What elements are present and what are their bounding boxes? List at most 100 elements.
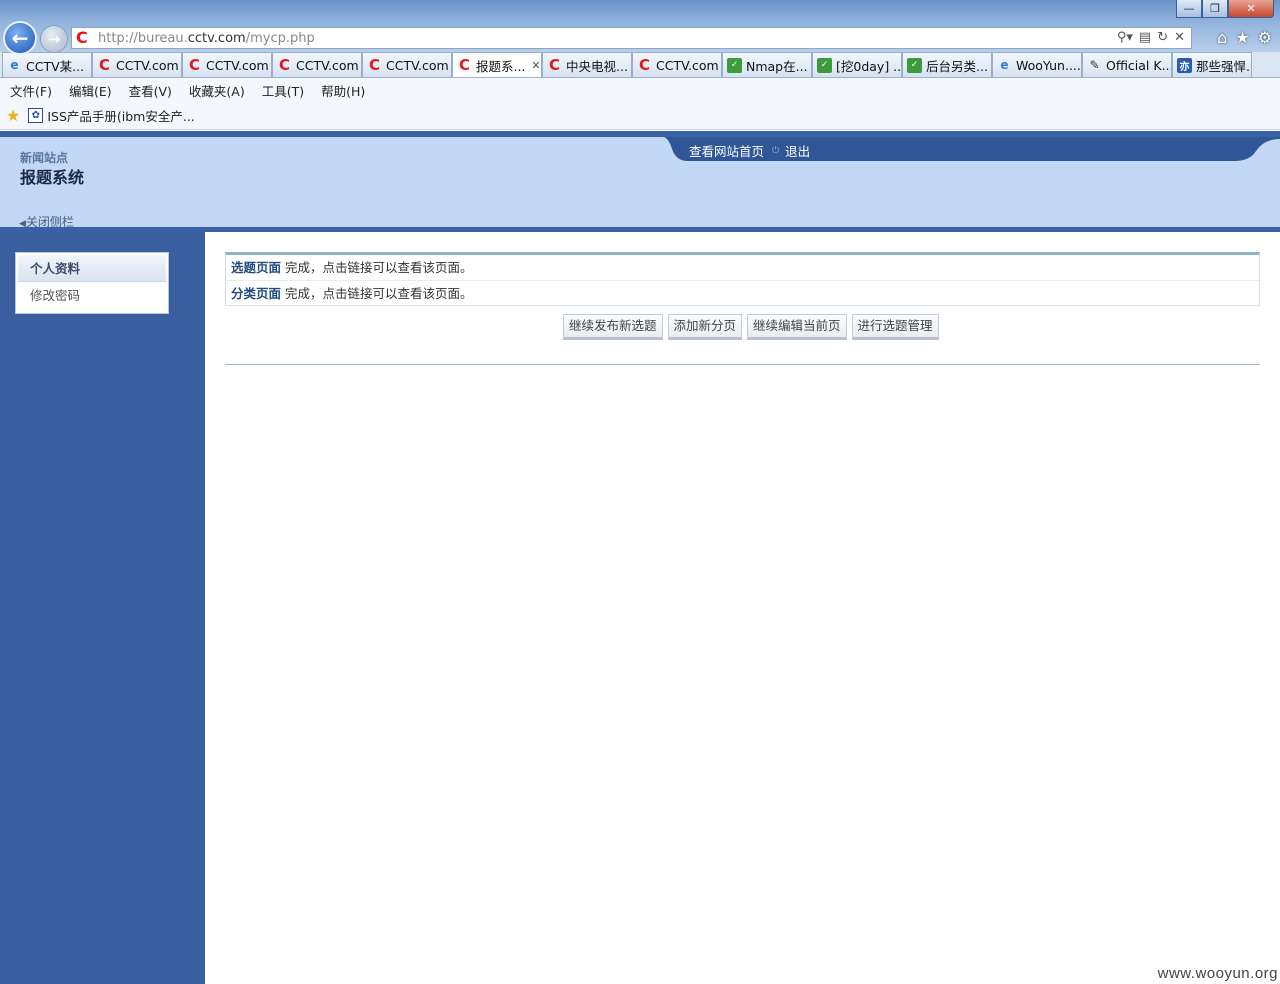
yi-icon: 亦 — [1177, 57, 1192, 73]
baidu-paw-icon: ✿ — [28, 108, 44, 123]
sidebar: 个人资料 修改密码 — [0, 232, 205, 984]
main-content: 选题页面 完成，点击链接可以查看该页面。 分类页面 完成，点击链接可以查看该页面… — [205, 232, 1280, 984]
sidebar-menu: 个人资料 修改密码 — [15, 252, 169, 314]
favorites-add-icon[interactable]: ★ — [6, 106, 20, 125]
tab-5[interactable]: C 报题系... ✕ — [452, 52, 542, 77]
menu-item-5[interactable]: 帮助(H) — [321, 81, 365, 100]
tab-1[interactable]: C CCTV.com — [92, 52, 182, 77]
close-window-icon[interactable]: ✕ — [1228, 0, 1274, 18]
tab-label: 中央电视... — [566, 58, 628, 74]
menu-item-1[interactable]: 编辑(E) — [69, 81, 112, 100]
tab-label: 报题系... — [476, 58, 526, 74]
back-arrow-icon[interactable]: ← — [3, 21, 37, 55]
edit-current-page-button[interactable]: 继续编辑当前页 — [747, 314, 847, 340]
tab-2[interactable]: C CCTV.com — [182, 52, 272, 77]
header-nav: 查看网站首页 ⏻ 退出 — [664, 137, 1280, 161]
favorites-bar: ★ ✿ ISS产品手册(ibm安全产... — [0, 102, 1280, 130]
logout-link[interactable]: 退出 — [785, 141, 810, 160]
browser-toolbar-icons: ⌂ ★ ⚙ — [1217, 28, 1272, 47]
cctv-icon: C — [98, 56, 110, 74]
tab-7[interactable]: C CCTV.com — [632, 52, 722, 77]
maximize-icon[interactable]: ❐ — [1202, 0, 1228, 18]
browser-titlebar: — ❐ ✕ ← → C http://bureau.cctv.com/mycp.… — [0, 0, 1280, 55]
tab-4[interactable]: C CCTV.com — [362, 52, 452, 77]
tab-label: Nmap在... — [746, 58, 808, 74]
url-text[interactable]: http://bureau.cctv.com/mycp.php — [98, 31, 315, 46]
knife-icon: ✎ — [1089, 58, 1100, 72]
menu-item-2[interactable]: 查看(V) — [129, 81, 172, 100]
cctv-icon: C — [278, 56, 290, 74]
message-row: 选题页面 完成，点击链接可以查看该页面。 — [226, 255, 1259, 280]
menu-item-4[interactable]: 工具(T) — [262, 81, 304, 100]
shield-icon: ✓ — [907, 57, 922, 73]
compat-view-icon[interactable]: ▤ — [1139, 30, 1151, 45]
menu-bar: 文件(F) 编辑(E) 查看(V) 收藏夹(A) 工具(T) 帮助(H) — [0, 78, 1280, 102]
tab-label: CCTV.com — [386, 57, 449, 73]
ie-icon: e — [1000, 58, 1009, 72]
tab-11[interactable]: e WooYun.... — [992, 52, 1082, 77]
tab-0[interactable]: e CCTV某... — [2, 52, 92, 77]
favorites-star-icon[interactable]: ★ — [1235, 28, 1249, 47]
tab-label: 后台另类... — [926, 58, 988, 74]
power-icon: ⏻ — [772, 145, 780, 156]
message-box: 选题页面 完成，点击链接可以查看该页面。 分类页面 完成，点击链接可以查看该页面… — [225, 252, 1260, 306]
cctv-icon: C — [458, 56, 470, 74]
window-controls: — ❐ ✕ — [1176, 0, 1274, 18]
message-text: 完成，点击链接可以查看该页面。 — [281, 286, 473, 301]
header-links: 查看网站首页 ⏻ 退出 — [689, 141, 810, 160]
tab-label: CCTV.com — [656, 57, 719, 73]
sidebar-item-change-password[interactable]: 修改密码 — [18, 282, 166, 309]
address-tools: ⚲▾ ▤ ↻ ✕ — [1117, 30, 1185, 45]
menu-item-0[interactable]: 文件(F) — [10, 81, 52, 100]
message-row: 分类页面 完成，点击链接可以查看该页面。 — [226, 280, 1259, 305]
ie-icon: e — [10, 58, 19, 72]
manage-topics-button[interactable]: 进行选题管理 — [851, 314, 939, 340]
tab-label: Official K... — [1106, 57, 1172, 73]
favorite-link[interactable]: ISS产品手册(ibm安全产... — [47, 106, 194, 125]
action-buttons: 继续发布新选题 添加新分页 继续编辑当前页 进行选题管理 — [563, 314, 939, 340]
stop-icon[interactable]: ✕ — [1174, 30, 1185, 45]
tab-label: CCTV.com — [116, 57, 179, 73]
shield-icon: ✓ — [727, 57, 742, 73]
tab-13[interactable]: 亦那些强悍... — [1172, 52, 1252, 77]
tab-6[interactable]: C 中央电视... — [542, 52, 632, 77]
tab-strip: e CCTV某... C CCTV.com C CCTV.com C CCTV.com C CCT… — [0, 52, 1280, 78]
publish-new-topic-button[interactable]: 继续发布新选题 — [563, 314, 663, 340]
tab-12[interactable]: ✎ Official K... — [1082, 52, 1172, 77]
sidebar-item-profile[interactable]: 个人资料 — [18, 255, 166, 282]
tab-3[interactable]: C CCTV.com — [272, 52, 362, 77]
site-favicon-icon: C — [76, 28, 88, 47]
watermark: www.wooyun.org — [1157, 965, 1278, 982]
gear-icon[interactable]: ⚙ — [1258, 28, 1272, 47]
shield-icon: ✓ — [817, 57, 832, 73]
tab-label: CCTV.com — [296, 57, 359, 73]
forward-arrow-icon[interactable]: → — [40, 25, 68, 53]
tab-label: CCTV.com — [206, 57, 269, 73]
page-header: 新闻站点 报题系统 ◀关闭侧栏 查看网站首页 ⏻ 退出 — [0, 131, 1280, 229]
category-page-link[interactable]: 分类页面 — [231, 286, 281, 301]
refresh-icon[interactable]: ↻ — [1157, 30, 1168, 45]
page-title: 报题系统 — [20, 168, 85, 187]
menu-item-3[interactable]: 收藏夹(A) — [189, 81, 245, 100]
home-icon[interactable]: ⌂ — [1217, 28, 1227, 47]
minimize-icon[interactable]: — — [1176, 0, 1202, 18]
content-divider — [225, 364, 1260, 365]
tab-9[interactable]: ✓ [挖0day] ... — [812, 52, 902, 77]
tab-label: [挖0day] ... — [836, 58, 902, 74]
view-home-link[interactable]: 查看网站首页 — [689, 141, 764, 160]
tab-label: CCTV某... — [26, 58, 85, 74]
close-tab-icon[interactable]: ✕ — [531, 59, 540, 72]
cctv-icon: C — [638, 56, 650, 74]
tab-10[interactable]: ✓ 后台另类... — [902, 52, 992, 77]
topic-page-link[interactable]: 选题页面 — [231, 260, 281, 275]
search-icon[interactable]: ⚲▾ — [1117, 30, 1133, 45]
tab-8[interactable]: ✓ Nmap在... — [722, 52, 812, 77]
tab-label: WooYun.... — [1016, 57, 1081, 73]
tab-label: 那些强悍... — [1196, 58, 1252, 74]
address-bar[interactable]: C http://bureau.cctv.com/mycp.php ⚲▾ ▤ ↻… — [71, 27, 1192, 49]
cctv-icon: C — [188, 56, 200, 74]
cctv-icon: C — [548, 56, 560, 74]
cctv-icon: C — [368, 56, 380, 74]
add-new-page-button[interactable]: 添加新分页 — [667, 314, 743, 340]
message-text: 完成，点击链接可以查看该页面。 — [281, 260, 473, 275]
